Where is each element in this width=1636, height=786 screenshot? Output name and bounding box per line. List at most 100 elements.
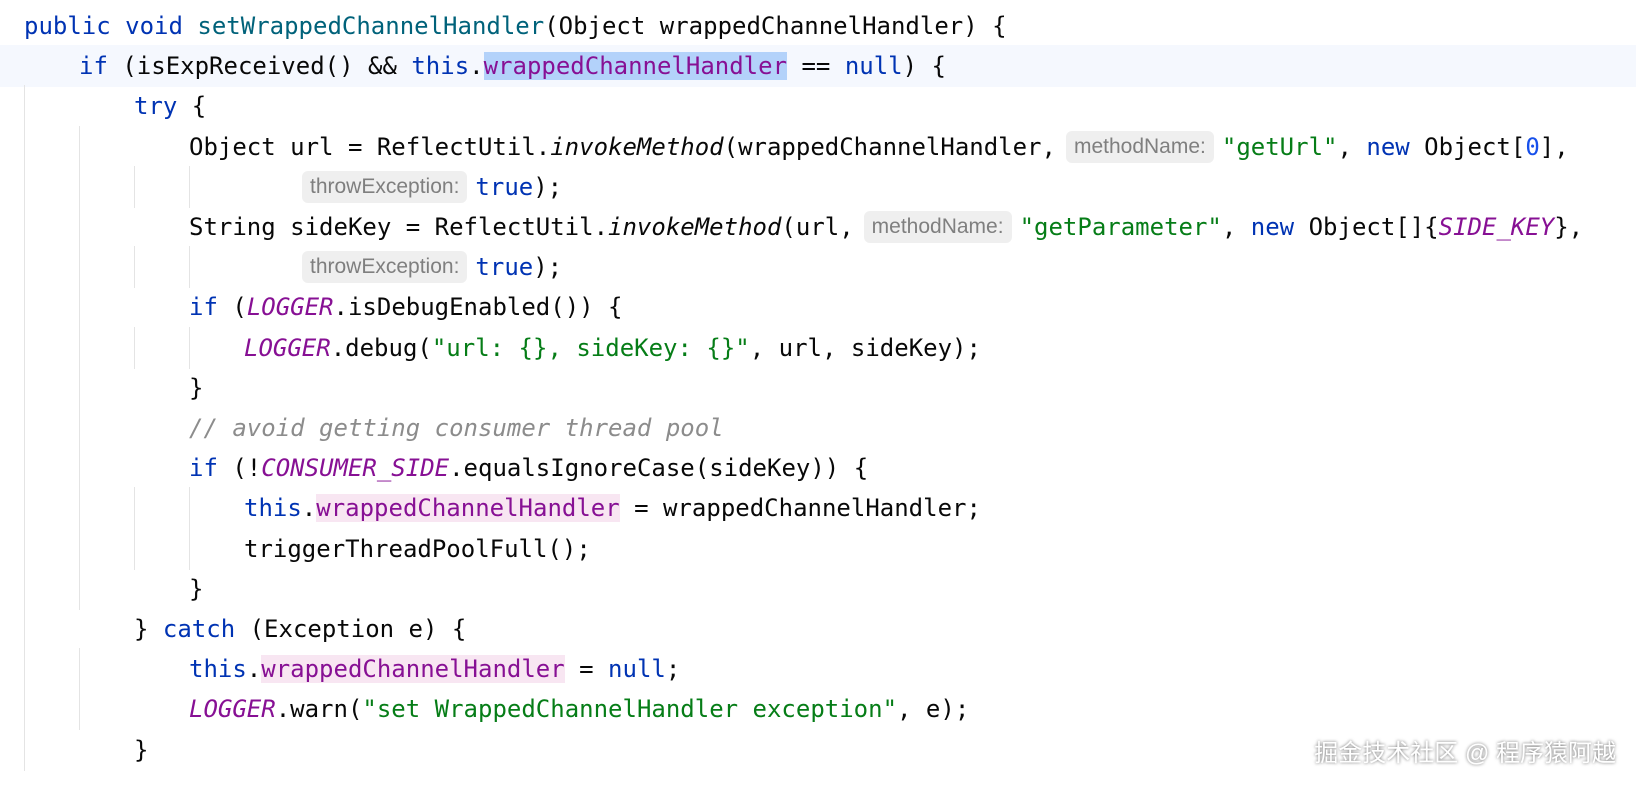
parameter-hint: methodName: [1065,130,1214,163]
code-line[interactable]: try { [0,85,1636,128]
indent-guide [189,326,190,369]
code-token: , e); [897,695,970,724]
code-token: , [1221,213,1251,241]
code-token: (Exception e) { [235,615,467,643]
indent-guide [79,286,80,329]
code-token: true [475,172,534,201]
code-line-current[interactable]: if (isExpReceived() && this.wrappedChann… [0,45,1636,88]
code-token: wrappedChannelHandler [483,52,788,81]
code-token: Object[ [1409,132,1526,161]
code-editor[interactable]: public void setWrappedChannelHandler(Obj… [0,0,1636,786]
code-text: } [189,367,203,409]
code-token: = wrappedChannelHandler; [619,494,981,523]
code-token: true [475,253,534,282]
code-token: .isDebugEnabled()) { [333,293,623,322]
indent-guide [24,407,25,449]
indent-guide [189,527,190,570]
indent-guide [79,688,80,731]
code-token: if [79,52,108,81]
code-line[interactable]: if (!CONSUMER_SIDE.equalsIgnoreCase(side… [0,447,1636,490]
code-token: . [246,655,262,684]
indent-guide [24,648,25,691]
code-token: this [189,655,247,684]
indent-guide [24,366,25,409]
code-token: . [301,494,317,523]
indent-guide [79,527,80,570]
code-token: new [1250,213,1295,241]
code-token: wrappedChannelHandler [261,655,565,684]
code-token: }, [1554,213,1584,241]
code-token: (Object wrappedChannelHandler) { [544,12,1007,40]
code-line[interactable]: } [0,567,1636,610]
code-token: ); [533,172,563,201]
indent-guide [24,206,25,248]
code-text: this.wrappedChannelHandler = wrappedChan… [244,487,981,529]
code-token: wrappedChannelHandler [316,494,620,523]
code-line[interactable]: throwException: true); [0,246,1636,289]
code-text: } [189,568,203,610]
code-line[interactable]: LOGGER.warn("set WrappedChannelHandler e… [0,688,1636,731]
indent-guide [24,125,25,168]
code-line[interactable]: public void setWrappedChannelHandler(Obj… [0,5,1636,47]
indent-guide [24,567,25,610]
indent-guide [134,487,135,530]
indent-guide [24,447,25,490]
code-token: LOGGER [189,695,276,724]
indent-guide [79,447,80,490]
code-token: try [134,92,178,121]
code-token: Object url = ReflectUtil. [189,132,551,161]
code-token: public [24,12,111,40]
code-text: // avoid getting consumer thread pool [189,407,724,449]
code-token: triggerThreadPoolFull(); [244,534,591,563]
indent-guide [24,326,25,369]
code-token: .equalsIgnoreCase(sideKey)) { [449,454,869,483]
code-text: Object url = ReflectUtil.invokeMethod(wr… [189,126,1569,168]
code-line[interactable]: this.wrappedChannelHandler = null; [0,648,1636,691]
code-text: } catch (Exception e) { [134,608,466,650]
code-token: (! [217,454,262,483]
indent-guide [79,487,80,530]
code-token: setWrappedChannelHandler [197,12,545,40]
indent-guide [134,527,135,570]
indent-guide [24,728,25,771]
code-text: this.wrappedChannelHandler = null; [189,648,680,690]
code-line[interactable]: // avoid getting consumer thread pool [0,407,1636,449]
indent-guide [189,246,190,289]
indent-guide [79,246,80,289]
code-line[interactable]: this.wrappedChannelHandler = wrappedChan… [0,487,1636,530]
code-token: (url, [781,213,854,241]
code-line[interactable]: LOGGER.debug("url: {}, sideKey: {}", url… [0,326,1636,369]
code-token: .debug( [330,333,432,362]
indent-guide [24,688,25,731]
indent-guide [79,407,80,449]
code-line[interactable]: throwException: true); [0,165,1636,208]
code-token: catch [162,615,236,643]
indent-guide [79,567,80,610]
code-token: this [244,494,302,523]
code-token: , url, sideKey); [749,333,981,362]
code-text: public void setWrappedChannelHandler(Obj… [24,5,1007,47]
code-text: LOGGER.warn("set WrappedChannelHandler e… [189,688,969,730]
code-line[interactable]: triggerThreadPoolFull(); [0,527,1636,570]
code-text: throwException: true); [302,166,562,208]
code-token: ( [217,293,247,322]
code-line[interactable]: if (LOGGER.isDebugEnabled()) { [0,286,1636,329]
code-token: . [469,52,484,81]
code-token: (isExpReceived() && [107,52,412,81]
code-line[interactable]: } [0,366,1636,409]
code-token: "set WrappedChannelHandler exception" [362,695,898,724]
code-token: ); [533,253,563,282]
code-text: throwException: true); [302,246,562,288]
code-token: if [189,454,218,483]
code-token: CONSUMER_SIDE [261,454,450,483]
code-token: = [564,655,609,684]
code-token: null [608,655,666,684]
code-line[interactable]: } catch (Exception e) { [0,608,1636,650]
code-token: 0 [1525,132,1540,161]
code-line[interactable]: Object url = ReflectUtil.invokeMethod(wr… [0,125,1636,168]
code-token: { [177,92,207,121]
code-text: if (!CONSUMER_SIDE.equalsIgnoreCase(side… [189,447,868,489]
code-line[interactable]: String sideKey = ReflectUtil.invokeMetho… [0,206,1636,248]
